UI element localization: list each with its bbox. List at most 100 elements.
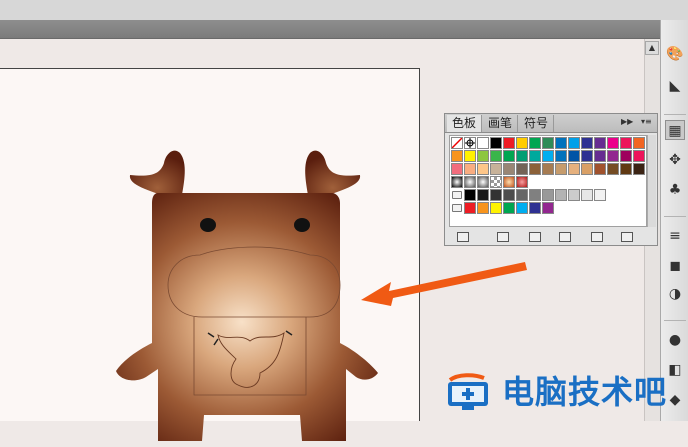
- color-swatch[interactable]: [490, 163, 502, 175]
- color-swatch[interactable]: [607, 137, 619, 149]
- panel-scrollbar[interactable]: [647, 135, 656, 227]
- dock-separator: [664, 320, 686, 321]
- color-swatch[interactable]: [516, 150, 528, 162]
- gray-swatch[interactable]: [555, 189, 567, 201]
- registration-swatch[interactable]: [464, 137, 476, 149]
- none-swatch[interactable]: [451, 137, 463, 149]
- watermark: 电脑技术吧: [444, 372, 684, 412]
- gradient-icon[interactable]: ◼: [665, 256, 685, 276]
- gradient-swatch[interactable]: [490, 176, 502, 188]
- color-swatch[interactable]: [516, 163, 528, 175]
- color-group-folder-icon[interactable]: [452, 191, 462, 199]
- swatch-library-icon[interactable]: [457, 232, 469, 242]
- tab-swatches[interactable]: 色板: [447, 115, 483, 132]
- color-swatch[interactable]: [568, 137, 580, 149]
- gray-swatch[interactable]: [594, 189, 606, 201]
- color-swatch[interactable]: [477, 137, 489, 149]
- swatches-icon[interactable]: ▦: [665, 120, 685, 140]
- gradient-swatch[interactable]: [477, 176, 489, 188]
- color-guide-icon[interactable]: ◣: [665, 76, 685, 96]
- gray-swatch[interactable]: [568, 189, 580, 201]
- bright-swatch[interactable]: [464, 202, 476, 214]
- color-palette-icon[interactable]: 🎨: [665, 44, 685, 64]
- gray-swatch[interactable]: [529, 189, 541, 201]
- cow-left-eye: [200, 218, 216, 232]
- scroll-up-arrow-icon[interactable]: ▲: [645, 41, 659, 55]
- color-swatch[interactable]: [503, 163, 515, 175]
- color-swatch[interactable]: [542, 150, 554, 162]
- gradient-swatch[interactable]: [464, 176, 476, 188]
- color-swatch[interactable]: [620, 137, 632, 149]
- appearance-icon[interactable]: ●: [665, 330, 685, 350]
- monitor-plus-logo: [448, 373, 488, 410]
- color-swatch[interactable]: [555, 137, 567, 149]
- swatch-options-icon[interactable]: [529, 232, 541, 242]
- transparency-icon[interactable]: ◑: [665, 284, 685, 304]
- delete-swatch-icon[interactable]: [621, 232, 633, 242]
- tab-symbols[interactable]: 符号: [519, 115, 555, 132]
- gray-swatch[interactable]: [477, 189, 489, 201]
- new-swatch-icon[interactable]: [591, 232, 603, 242]
- color-swatch[interactable]: [633, 163, 645, 175]
- gradient-swatch[interactable]: [516, 176, 528, 188]
- color-swatch[interactable]: [607, 163, 619, 175]
- gradient-swatch[interactable]: [451, 176, 463, 188]
- color-swatch[interactable]: [542, 163, 554, 175]
- symbols-icon[interactable]: ♣: [665, 180, 685, 200]
- color-swatch[interactable]: [607, 150, 619, 162]
- color-swatch[interactable]: [555, 150, 567, 162]
- bright-swatch[interactable]: [503, 202, 515, 214]
- color-swatch[interactable]: [620, 150, 632, 162]
- bright-swatch[interactable]: [477, 202, 489, 214]
- color-swatch[interactable]: [529, 163, 541, 175]
- bright-swatch[interactable]: [529, 202, 541, 214]
- color-swatch[interactable]: [490, 150, 502, 162]
- color-swatch[interactable]: [581, 150, 593, 162]
- color-swatch[interactable]: [633, 137, 645, 149]
- artboard[interactable]: [0, 68, 420, 441]
- color-swatch[interactable]: [529, 150, 541, 162]
- color-swatch[interactable]: [620, 163, 632, 175]
- bright-swatch[interactable]: [490, 202, 502, 214]
- color-swatch[interactable]: [594, 150, 606, 162]
- color-swatch[interactable]: [529, 137, 541, 149]
- gray-swatch[interactable]: [581, 189, 593, 201]
- gradient-swatch[interactable]: [503, 176, 515, 188]
- color-swatch[interactable]: [568, 150, 580, 162]
- cow-illustration[interactable]: [110, 145, 390, 447]
- bright-swatch[interactable]: [516, 202, 528, 214]
- color-swatch[interactable]: [464, 150, 476, 162]
- color-swatch[interactable]: [542, 137, 554, 149]
- color-swatch[interactable]: [555, 163, 567, 175]
- panel-menu-icon[interactable]: ▾≡: [641, 117, 652, 126]
- new-color-group-icon[interactable]: [559, 232, 571, 242]
- color-swatch[interactable]: [490, 137, 502, 149]
- color-swatch[interactable]: [516, 137, 528, 149]
- color-group-folder-icon[interactable]: [452, 204, 462, 212]
- color-swatch[interactable]: [451, 163, 463, 175]
- color-swatch[interactable]: [477, 150, 489, 162]
- brushes-icon[interactable]: ✥: [665, 150, 685, 170]
- gray-swatch[interactable]: [542, 189, 554, 201]
- color-swatch[interactable]: [594, 163, 606, 175]
- tab-brushes[interactable]: 画笔: [483, 115, 519, 132]
- gray-swatch[interactable]: [503, 189, 515, 201]
- color-swatch[interactable]: [503, 137, 515, 149]
- gray-swatch[interactable]: [490, 189, 502, 201]
- color-swatch[interactable]: [451, 150, 463, 162]
- color-swatch[interactable]: [477, 163, 489, 175]
- stroke-icon[interactable]: ≡: [665, 226, 685, 246]
- color-swatch[interactable]: [568, 163, 580, 175]
- annotation-arrow: [361, 262, 527, 306]
- bright-swatch[interactable]: [542, 202, 554, 214]
- expand-arrows-icon[interactable]: ▶▶: [621, 117, 633, 126]
- gray-swatch[interactable]: [464, 189, 476, 201]
- show-kinds-icon[interactable]: [497, 232, 509, 242]
- color-swatch[interactable]: [633, 150, 645, 162]
- color-swatch[interactable]: [581, 163, 593, 175]
- color-swatch[interactable]: [464, 163, 476, 175]
- color-swatch[interactable]: [594, 137, 606, 149]
- color-swatch[interactable]: [581, 137, 593, 149]
- gray-swatch[interactable]: [516, 189, 528, 201]
- color-swatch[interactable]: [503, 150, 515, 162]
